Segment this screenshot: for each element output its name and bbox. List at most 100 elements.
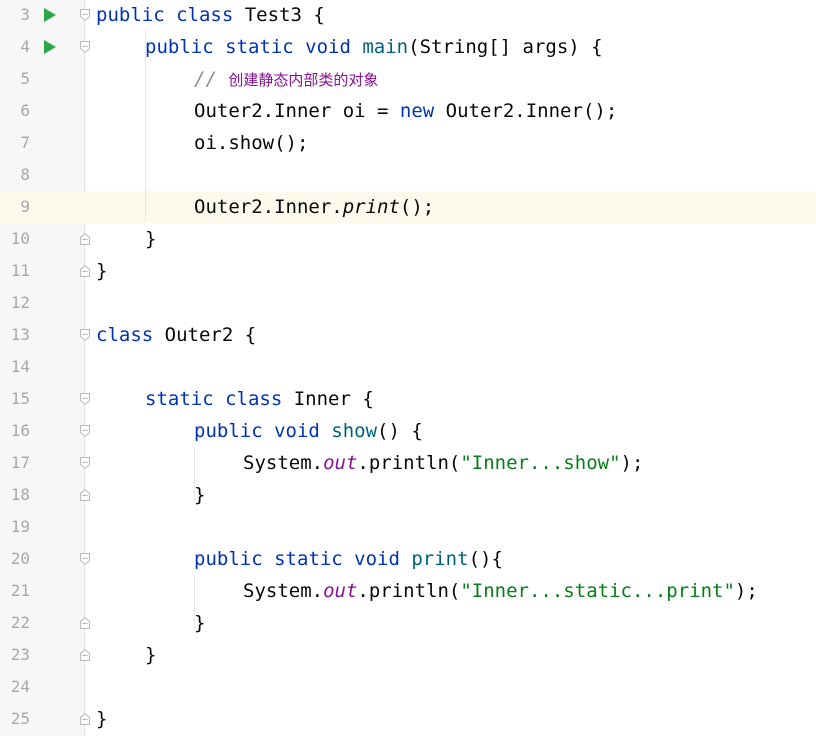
code-token: void bbox=[305, 36, 363, 58]
line-number[interactable]: 12 bbox=[0, 287, 30, 319]
code-text[interactable]: System.out.println("Inner...show"); bbox=[243, 447, 643, 479]
code-line[interactable]: 17 System.out.println("Inner...show"); bbox=[0, 447, 816, 479]
code-line[interactable]: 7 oi.show(); bbox=[0, 127, 816, 159]
code-line[interactable]: 5 // 创建静态内部类的对象 bbox=[0, 63, 816, 95]
code-token: static bbox=[225, 36, 306, 58]
line-number[interactable]: 16 bbox=[0, 415, 30, 447]
line-number[interactable]: 4 bbox=[0, 31, 30, 63]
line-number[interactable]: 7 bbox=[0, 127, 30, 159]
line-number[interactable]: 8 bbox=[0, 159, 30, 191]
code-line[interactable]: 19 bbox=[0, 511, 816, 543]
code-text[interactable]: } bbox=[145, 223, 156, 255]
code-token: } bbox=[96, 260, 108, 282]
code-line[interactable]: 9 Outer2.Inner.print(); bbox=[0, 191, 816, 223]
fold-close-icon[interactable] bbox=[79, 264, 91, 278]
run-gutter-icon[interactable] bbox=[44, 8, 56, 22]
code-text[interactable]: Outer2.Inner.print(); bbox=[194, 191, 434, 223]
code-line[interactable]: 18} bbox=[0, 479, 816, 511]
code-token: out bbox=[323, 452, 358, 474]
fold-close-icon[interactable] bbox=[79, 616, 91, 630]
line-number[interactable]: 20 bbox=[0, 543, 30, 575]
code-token: class bbox=[176, 4, 245, 26]
code-line[interactable]: 25} bbox=[0, 703, 816, 735]
code-text[interactable]: public void show() { bbox=[194, 415, 423, 447]
line-number[interactable]: 23 bbox=[0, 639, 30, 671]
line-number[interactable]: 5 bbox=[0, 63, 30, 95]
code-text[interactable]: class Outer2 { bbox=[96, 319, 256, 351]
code-editor[interactable]: 3 public class Test3 { 4 public static void… bbox=[0, 0, 816, 736]
code-text[interactable]: static class Inner { bbox=[145, 383, 374, 415]
code-token: out bbox=[323, 580, 358, 602]
fold-open-icon[interactable] bbox=[79, 328, 91, 342]
code-text[interactable]: // 创建静态内部类的对象 bbox=[194, 63, 378, 96]
code-line[interactable]: 16 public void show() { bbox=[0, 415, 816, 447]
code-token: print bbox=[411, 548, 469, 570]
code-line[interactable]: 14 bbox=[0, 351, 816, 383]
code-line[interactable]: 22} bbox=[0, 607, 816, 639]
line-number[interactable]: 14 bbox=[0, 351, 30, 383]
code-token: public bbox=[145, 36, 226, 58]
code-text[interactable]: public class Test3 { bbox=[96, 0, 325, 31]
code-text[interactable]: Outer2.Inner oi = new Outer2.Inner(); bbox=[194, 95, 617, 127]
fold-close-icon[interactable] bbox=[79, 232, 91, 246]
code-token: ); bbox=[620, 452, 644, 474]
code-text[interactable]: } bbox=[145, 639, 156, 671]
code-token: } bbox=[194, 484, 206, 506]
code-line[interactable]: 24 bbox=[0, 671, 816, 703]
fold-open-icon[interactable] bbox=[79, 552, 91, 566]
line-number[interactable]: 22 bbox=[0, 607, 30, 639]
code-text[interactable]: } bbox=[96, 255, 107, 287]
fold-close-icon[interactable] bbox=[79, 648, 91, 662]
code-line[interactable]: 10} bbox=[0, 223, 816, 255]
code-line[interactable]: 3 public class Test3 { bbox=[0, 0, 816, 31]
line-number[interactable]: 21 bbox=[0, 575, 30, 607]
fold-open-icon[interactable] bbox=[79, 456, 91, 470]
line-number[interactable]: 18 bbox=[0, 479, 30, 511]
code-line[interactable]: 12 bbox=[0, 287, 816, 319]
fold-close-icon[interactable] bbox=[79, 712, 91, 726]
code-text[interactable]: public static void print(){ bbox=[194, 543, 503, 575]
line-number[interactable]: 11 bbox=[0, 255, 30, 287]
fold-open-icon[interactable] bbox=[79, 8, 91, 22]
code-line[interactable]: 20 public static void print(){ bbox=[0, 543, 816, 575]
code-line[interactable]: 21 System.out.println("Inner...static...p… bbox=[0, 575, 816, 607]
code-token: oi.show(); bbox=[194, 132, 309, 154]
code-token: Outer2.Inner oi = bbox=[194, 100, 400, 122]
code-line[interactable]: 15 static class Inner { bbox=[0, 383, 816, 415]
run-gutter-icon[interactable] bbox=[44, 40, 56, 54]
line-number[interactable]: 3 bbox=[0, 0, 30, 31]
code-line[interactable]: 8 bbox=[0, 159, 816, 191]
code-line[interactable]: 13 class Outer2 { bbox=[0, 319, 816, 351]
code-text[interactable]: } bbox=[194, 479, 205, 511]
code-text[interactable]: oi.show(); bbox=[194, 127, 308, 159]
code-token: Outer2.Inner(); bbox=[445, 100, 618, 122]
fold-open-icon[interactable] bbox=[79, 392, 91, 406]
fold-open-icon[interactable] bbox=[79, 424, 91, 438]
line-number[interactable]: 17 bbox=[0, 447, 30, 479]
code-line[interactable]: 11} bbox=[0, 255, 816, 287]
fold-close-icon[interactable] bbox=[79, 488, 91, 502]
code-line[interactable]: 23} bbox=[0, 639, 816, 671]
line-number[interactable]: 24 bbox=[0, 671, 30, 703]
line-number[interactable]: 25 bbox=[0, 703, 30, 735]
indent-guide bbox=[194, 575, 195, 629]
code-token: .println( bbox=[357, 452, 461, 474]
line-number[interactable]: 19 bbox=[0, 511, 30, 543]
code-token: new bbox=[399, 100, 446, 122]
code-token: public bbox=[96, 4, 177, 26]
code-text[interactable]: } bbox=[194, 607, 205, 639]
code-text[interactable]: public static void main(String[] args) { bbox=[145, 31, 603, 63]
code-token: class bbox=[96, 324, 165, 346]
line-number[interactable]: 13 bbox=[0, 319, 30, 351]
code-token: ); bbox=[734, 580, 758, 602]
line-number[interactable]: 15 bbox=[0, 383, 30, 415]
code-line[interactable]: 4 public static void main(String[] args) … bbox=[0, 31, 816, 63]
code-text[interactable]: System.out.println("Inner...static...pri… bbox=[243, 575, 758, 607]
line-number[interactable]: 9 bbox=[0, 191, 30, 223]
code-text[interactable]: } bbox=[96, 703, 107, 735]
fold-open-icon[interactable] bbox=[79, 40, 91, 54]
line-number[interactable]: 6 bbox=[0, 95, 30, 127]
code-token: } bbox=[194, 612, 206, 634]
code-line[interactable]: 6 Outer2.Inner oi = new Outer2.Inner(); bbox=[0, 95, 816, 127]
line-number[interactable]: 10 bbox=[0, 223, 30, 255]
